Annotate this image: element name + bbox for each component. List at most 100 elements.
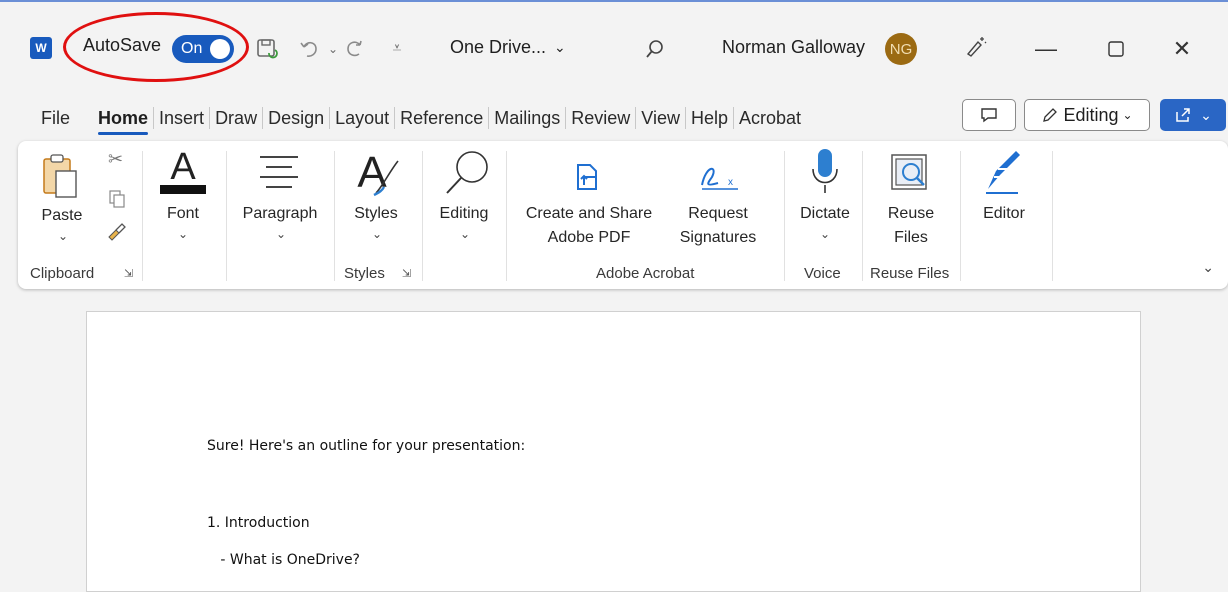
- editing-mode-button[interactable]: Editing ⌄: [1024, 99, 1150, 131]
- tab-divider: [209, 107, 211, 129]
- chevron-down-icon[interactable]: ⌄: [178, 227, 188, 241]
- group-divider: [142, 151, 143, 281]
- svg-text:A: A: [170, 147, 196, 188]
- highlight-ellipse: [63, 12, 249, 82]
- font-button-label[interactable]: Font: [158, 203, 208, 225]
- maximize-icon[interactable]: [1096, 32, 1136, 66]
- group-label-clipboard: Clipboard: [30, 265, 95, 282]
- document-line: 1. Introduction: [207, 515, 310, 531]
- editor-icon[interactable]: [982, 147, 1024, 200]
- chevron-down-icon[interactable]: ⌄: [460, 227, 470, 241]
- tab-acrobat[interactable]: Acrobat: [736, 108, 804, 129]
- request-signatures-label-line1[interactable]: Request: [668, 203, 768, 225]
- tab-divider: [565, 107, 567, 129]
- minimize-icon[interactable]: —: [1026, 32, 1066, 66]
- share-button[interactable]: ⌄: [1160, 99, 1226, 131]
- group-label-reuse-files: Reuse Files: [870, 265, 950, 282]
- user-name[interactable]: Norman Galloway: [722, 37, 865, 58]
- tab-design[interactable]: Design: [265, 108, 327, 129]
- chevron-down-icon[interactable]: ⌄: [58, 229, 68, 243]
- microphone-icon[interactable]: [810, 147, 840, 200]
- paragraph-icon[interactable]: [258, 153, 300, 194]
- request-signatures-icon[interactable]: x: [698, 161, 742, 198]
- title-bar: W AutoSave On ⌄ ⩡ One Drive... ⌄ Norman …: [0, 2, 1228, 92]
- comment-icon: [981, 108, 997, 123]
- group-divider: [226, 151, 227, 281]
- tab-mailings[interactable]: Mailings: [491, 108, 563, 129]
- chevron-down-icon: ⌄: [1122, 108, 1133, 122]
- tab-layout[interactable]: Layout: [332, 108, 392, 129]
- ribbon: Paste ⌄ ✂ Clipboard ⇲ A Font ⌄ Paragraph…: [18, 141, 1228, 289]
- create-pdf-label-line2[interactable]: Adobe PDF: [514, 227, 664, 249]
- chevron-down-icon: ⌄: [554, 39, 566, 55]
- tab-divider: [635, 107, 637, 129]
- copy-icon[interactable]: [108, 189, 126, 214]
- chevron-down-icon: ⌄: [1200, 106, 1212, 123]
- tab-view[interactable]: View: [638, 108, 683, 129]
- tab-divider: [329, 107, 331, 129]
- group-divider: [506, 151, 507, 281]
- tab-reference[interactable]: Reference: [397, 108, 486, 129]
- group-label-styles: Styles: [344, 265, 385, 282]
- share-icon: [1176, 108, 1190, 122]
- request-signatures-label-line2[interactable]: Signatures: [668, 227, 768, 249]
- avatar[interactable]: NG: [885, 33, 917, 65]
- customize-toolbar-icon[interactable]: ⩡: [382, 34, 412, 64]
- dictate-button-label[interactable]: Dictate: [792, 203, 858, 225]
- file-location[interactable]: One Drive... ⌄: [450, 37, 566, 58]
- redo-icon[interactable]: [340, 34, 370, 64]
- group-divider: [784, 151, 785, 281]
- font-icon[interactable]: A: [156, 146, 210, 200]
- chevron-down-icon[interactable]: ⌄: [276, 227, 286, 241]
- tab-file[interactable]: File: [38, 108, 73, 129]
- tab-divider: [684, 107, 686, 129]
- styles-icon[interactable]: A: [352, 147, 400, 202]
- comments-button[interactable]: [962, 99, 1016, 131]
- tab-insert[interactable]: Insert: [156, 108, 207, 129]
- editing-button-label[interactable]: Editing: [434, 203, 494, 225]
- editor-button-label[interactable]: Editor: [974, 203, 1034, 225]
- svg-text:x: x: [728, 177, 733, 188]
- word-app-icon: W: [30, 37, 52, 59]
- group-divider: [862, 151, 863, 281]
- create-pdf-icon[interactable]: [574, 163, 602, 198]
- chevron-down-icon[interactable]: ⌄: [1202, 259, 1214, 276]
- designer-icon[interactable]: [960, 32, 990, 62]
- group-label-adobe-acrobat: Adobe Acrobat: [596, 265, 695, 282]
- close-icon[interactable]: ✕: [1162, 32, 1202, 66]
- group-divider: [960, 151, 961, 281]
- dialog-launcher-icon[interactable]: ⇲: [124, 267, 133, 280]
- tab-divider: [394, 107, 396, 129]
- search-icon[interactable]: [442, 147, 492, 202]
- group-label-voice: Voice: [804, 265, 841, 282]
- paste-button-label[interactable]: Paste: [40, 205, 84, 227]
- tab-help[interactable]: Help: [688, 108, 731, 129]
- tab-divider: [153, 107, 155, 129]
- create-pdf-label-line1[interactable]: Create and Share: [514, 203, 664, 225]
- paragraph-button-label[interactable]: Paragraph: [232, 203, 328, 225]
- styles-button-label[interactable]: Styles: [348, 203, 404, 225]
- group-divider: [334, 151, 335, 281]
- chevron-down-icon[interactable]: ⌄: [820, 227, 830, 241]
- reuse-files-icon[interactable]: [890, 153, 930, 198]
- tab-review[interactable]: Review: [568, 108, 633, 129]
- document-line: - What is OneDrive?: [207, 552, 360, 568]
- group-divider: [422, 151, 423, 281]
- document-page[interactable]: Sure! Here's an outline for your present…: [86, 311, 1141, 592]
- dialog-launcher-icon[interactable]: ⇲: [402, 267, 411, 280]
- search-icon[interactable]: [640, 34, 670, 64]
- tab-divider: [488, 107, 490, 129]
- tab-divider: [733, 107, 735, 129]
- format-painter-icon[interactable]: [106, 221, 128, 246]
- chevron-down-icon[interactable]: ⌄: [372, 227, 382, 241]
- pencil-icon: [1043, 108, 1058, 122]
- cut-icon[interactable]: ✂: [108, 149, 123, 170]
- paste-icon[interactable]: [40, 151, 80, 204]
- reuse-files-label-line1[interactable]: Reuse: [876, 203, 946, 225]
- save-icon[interactable]: [252, 34, 282, 64]
- reuse-files-label-line2[interactable]: Files: [876, 227, 946, 249]
- tab-divider: [262, 107, 264, 129]
- tab-draw[interactable]: Draw: [212, 108, 260, 129]
- tab-home[interactable]: Home: [95, 108, 151, 135]
- document-line: Sure! Here's an outline for your present…: [207, 438, 526, 454]
